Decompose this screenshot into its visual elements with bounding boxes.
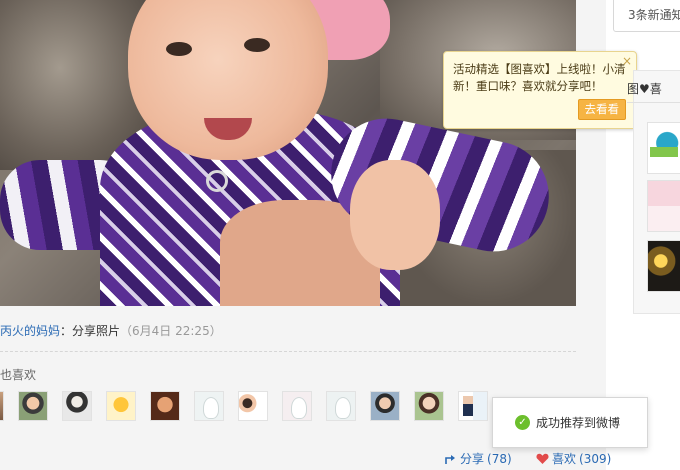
sidebar-panel-divider [627,102,680,103]
shared-photo[interactable] [0,0,576,306]
avatar[interactable] [0,391,4,421]
share-label: 分享 [460,452,485,466]
avatar[interactable] [62,391,92,421]
section-divider [0,351,576,352]
notification-box[interactable]: 3条新通知 [613,0,680,32]
share-count: (78) [487,451,512,466]
avatar[interactable] [414,391,444,421]
avatar[interactable] [370,391,400,421]
sidebar-thumbnail[interactable] [647,240,680,292]
also-like-label: 也喜欢 [0,368,37,382]
share-arrow-icon [445,454,455,464]
share-action-text: ：分享照片 [60,324,121,338]
like-count: (309) [579,451,612,466]
like-label: 喜欢 [552,452,577,466]
toast-message: 成功推荐到微博 [536,416,621,430]
photo-baby-eye-left [166,42,192,56]
avatar[interactable] [106,391,136,421]
avatar[interactable] [282,391,312,421]
share-info-line: 丙火的妈妈：分享照片（6月4日 22:25） [0,322,222,339]
photo-necklace [206,170,228,192]
avatar[interactable] [150,391,180,421]
liker-avatar-list [0,391,488,421]
photo-baby-eye-right [244,38,270,52]
success-toast: ✓ 成功推荐到微博 [492,397,648,448]
sidebar-thumbnail[interactable] [647,180,680,232]
like-button[interactable]: 喜欢 (309) [536,450,611,467]
avatar[interactable] [238,391,268,421]
avatar[interactable] [18,391,48,421]
check-circle-icon: ✓ [515,415,530,430]
activity-notice-tooltip: × 活动精选【图喜欢】上线啦！小清新！重口味？喜欢就分享吧！ 去看看 [443,51,637,129]
author-link[interactable]: 丙火的妈妈 [0,324,60,338]
avatar[interactable] [458,391,488,421]
heart-icon [536,453,549,464]
share-timestamp: （6月4日 22:25） [120,324,222,338]
photo-baby-hand [350,160,440,270]
sidebar-panel-title[interactable]: 图♥喜 [627,80,662,97]
notice-text: 活动精选【图喜欢】上线啦！小清新！重口味？喜欢就分享吧！ [453,62,626,93]
share-button[interactable]: 分享 (78) [444,450,512,467]
avatar[interactable] [326,391,356,421]
avatar[interactable] [194,391,224,421]
sidebar-thumbnail[interactable] [647,122,680,174]
